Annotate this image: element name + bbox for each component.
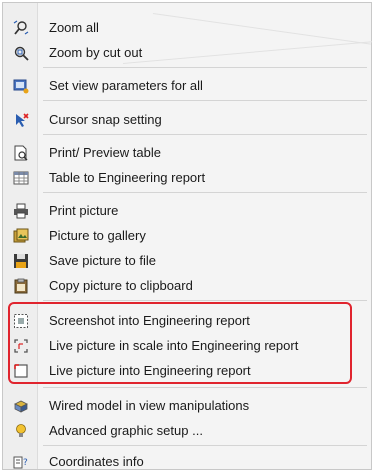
menu-item-label: Table to Engineering report (49, 170, 206, 185)
menu-item-label: Zoom all (49, 20, 99, 35)
menu-separator (43, 134, 367, 135)
menu-item-coordinates-info[interactable]: ? Coordinates info (3, 449, 371, 474)
menu-item-advanced-graphic-setup[interactable]: Advanced graphic setup ... (3, 418, 371, 443)
menu-item-label: Coordinates info (49, 454, 144, 469)
menu-item-label: Print/ Preview table (49, 145, 161, 160)
highlight-box (8, 302, 352, 384)
menu-separator (43, 192, 367, 193)
menu-item-picture-to-gallery[interactable]: Picture to gallery (3, 223, 371, 248)
menu-separator (43, 100, 367, 101)
menu-item-print-preview-table[interactable]: Print/ Preview table (3, 140, 371, 165)
wired-model-icon (14, 400, 28, 413)
menu-item-cursor-snap[interactable]: Cursor snap setting (3, 107, 371, 132)
menu-separator (43, 300, 367, 301)
printer-icon (14, 203, 28, 218)
menu-item-label: Wired model in view manipulations (49, 398, 250, 413)
menu-item-label: Save picture to file (49, 253, 156, 268)
cursor-snap-icon (16, 112, 29, 127)
coordinates-icon: ? (13, 456, 28, 468)
lightbulb-icon (16, 423, 26, 437)
menu-item-copy-picture[interactable]: Copy picture to clipboard (3, 273, 371, 298)
menu-item-label: Set view parameters for all (49, 78, 203, 93)
save-icon (14, 253, 28, 268)
menu-item-print-picture[interactable]: Print picture (3, 198, 371, 223)
menu-separator (43, 67, 367, 68)
svg-text:?: ? (23, 458, 28, 468)
print-preview-icon (14, 145, 28, 161)
menu-item-save-picture[interactable]: Save picture to file (3, 248, 371, 273)
menu-item-label: Picture to gallery (49, 228, 146, 243)
menu-item-table-to-report[interactable]: Table to Engineering report (3, 165, 371, 190)
menu-item-label: Print picture (49, 203, 119, 218)
clipboard-icon (14, 278, 28, 293)
menu-item-wired-model[interactable]: Wired model in view manipulations (3, 393, 371, 418)
menu-item-label: Advanced graphic setup ... (49, 423, 203, 438)
table-icon (13, 171, 29, 184)
menu-item-zoom-cutout[interactable]: Zoom by cut out (3, 40, 371, 65)
gallery-icon (13, 228, 29, 242)
menu-item-label: Zoom by cut out (49, 45, 143, 60)
menu-separator (43, 387, 367, 388)
menu-item-label: Copy picture to clipboard (49, 278, 193, 293)
menu-separator (43, 445, 367, 446)
zoom-all-icon (13, 20, 29, 35)
menu-item-zoom-all[interactable]: Zoom all (3, 15, 371, 40)
menu-item-set-view-parameters[interactable]: Set view parameters for all (3, 73, 371, 98)
view-parameters-icon (13, 79, 29, 93)
menu-item-label: Cursor snap setting (49, 112, 162, 127)
zoom-cutout-icon (14, 46, 29, 61)
context-menu: Zoom all Zoom by cut out Set view parame… (2, 2, 373, 470)
